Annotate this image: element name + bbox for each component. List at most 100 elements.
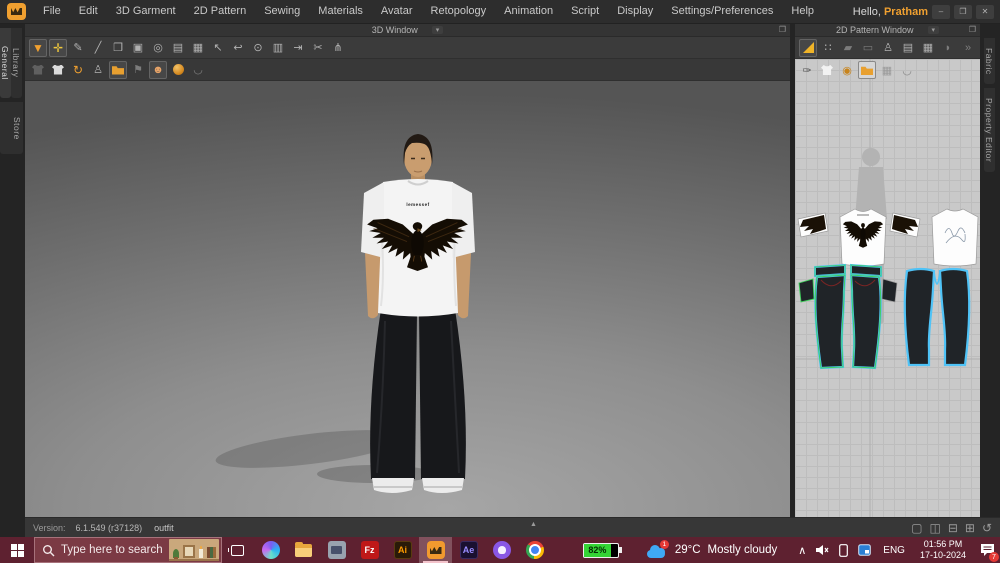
show-flag-icon[interactable]: ⚑ — [129, 61, 147, 79]
layout-single-icon[interactable]: ▢ — [911, 521, 922, 535]
menu-edit[interactable]: Edit — [70, 0, 107, 23]
close-button[interactable]: ✕ — [976, 5, 994, 19]
menu-materials[interactable]: Materials — [309, 0, 372, 23]
menu-sewing[interactable]: Sewing — [255, 0, 309, 23]
pattern-outline-icon[interactable]: ▭ — [859, 39, 877, 57]
awl-icon[interactable]: ✑ — [798, 61, 816, 79]
iron-press-icon[interactable]: ◗ — [939, 39, 957, 57]
fabric-library-icon[interactable] — [109, 61, 127, 79]
scissors-icon[interactable]: ✂ — [309, 39, 327, 57]
tape-measure-icon[interactable]: ◡ — [189, 61, 207, 79]
tab-property-editor[interactable]: Property Editor — [984, 88, 995, 172]
pattern-sleeve-right[interactable] — [890, 213, 920, 237]
viewport-3d[interactable]: lemessef — [25, 81, 790, 517]
panel-2d-popout-icon[interactable]: ❐ — [969, 25, 976, 34]
viewport-2d[interactable]: ✑ ◉ ▦ ◡ — [795, 59, 980, 517]
tray-chevron-icon[interactable]: ∧ — [798, 544, 806, 557]
notification-center-button[interactable]: 7 — [974, 537, 1000, 563]
transform-pattern-icon[interactable] — [799, 39, 817, 57]
panel-3d-dropdown[interactable]: ▾ — [432, 26, 444, 34]
show-garment-light-icon[interactable] — [49, 61, 67, 79]
restore-button[interactable]: ❐ — [954, 5, 972, 19]
show-texture-icon[interactable]: ◉ — [838, 61, 856, 79]
tack-icon[interactable]: ↖ — [209, 39, 227, 57]
flatten-icon[interactable]: ⇥ — [289, 39, 307, 57]
layout-reset-icon[interactable]: ↺ — [982, 521, 992, 535]
task-view-button[interactable] — [222, 537, 252, 563]
language-indicator[interactable]: ENG — [883, 545, 905, 556]
edit-pattern-icon[interactable]: ∷ — [819, 39, 837, 57]
pin-on-avatar-icon[interactable]: ♙ — [879, 39, 897, 57]
menu-file[interactable]: File — [34, 0, 70, 23]
menu-display[interactable]: Display — [608, 0, 662, 23]
simulate-icon[interactable]: ▼ — [29, 39, 47, 57]
pattern-shirt-back[interactable] — [932, 209, 978, 266]
show-ruler-icon[interactable]: ◡ — [898, 61, 916, 79]
volume-muted-icon[interactable] — [816, 544, 829, 556]
taskbar-app-clo3d-active[interactable] — [419, 537, 452, 563]
pattern-shirt-front[interactable] — [840, 209, 886, 266]
show-garment-dark-icon[interactable] — [29, 61, 47, 79]
avatar-3d[interactable] — [25, 81, 790, 517]
tab-library[interactable]: Library — [11, 28, 22, 98]
pattern-shape-icon[interactable]: ▰ — [839, 39, 857, 57]
menu-animation[interactable]: Animation — [495, 0, 562, 23]
pattern-pocket-left[interactable] — [799, 279, 814, 302]
pin-icon[interactable]: ⊙ — [249, 39, 267, 57]
walk-pose-icon[interactable]: ⋔ — [329, 39, 347, 57]
taskbar-clock[interactable]: 01:56 PM 17-10-2024 — [920, 539, 966, 561]
taskbar-app-copilot[interactable] — [254, 537, 287, 563]
pattern-pants-front[interactable] — [815, 265, 881, 368]
fold-arrangement-icon[interactable]: ↩ — [229, 39, 247, 57]
layout-four-pane-icon[interactable]: ⊞ — [965, 521, 975, 535]
menu-help[interactable]: Help — [782, 0, 823, 23]
menu-2d-pattern[interactable]: 2D Pattern — [185, 0, 256, 23]
pattern-pocket-right[interactable] — [882, 279, 897, 302]
show-grid-icon[interactable]: ▦ — [878, 61, 896, 79]
taskbar-search-input[interactable]: Type here to search — [34, 537, 222, 563]
battery-widget[interactable]: 82% — [583, 543, 619, 558]
sewing-line-icon[interactable]: ╱ — [89, 39, 107, 57]
taskbar-app-github[interactable] — [485, 537, 518, 563]
sewing-machine-2d-icon[interactable]: ▤ — [899, 39, 917, 57]
select-move-icon[interactable]: ✛ — [49, 39, 67, 57]
avatar-fit-icon[interactable]: ◎ — [149, 39, 167, 57]
menu-avatar[interactable]: Avatar — [372, 0, 422, 23]
avatar-skin-icon[interactable]: ☻ — [149, 61, 167, 79]
pattern-pants-back[interactable] — [905, 269, 969, 365]
app-logo-icon[interactable] — [7, 3, 26, 20]
quilt-grid-icon[interactable]: ▦ — [189, 39, 207, 57]
show-avatar-icon[interactable]: ♙ — [89, 61, 107, 79]
pen-3d-icon[interactable]: ✎ — [69, 39, 87, 57]
strap-icon[interactable]: ▥ — [269, 39, 287, 57]
panel-3d-popout-icon[interactable]: ❐ — [779, 25, 786, 34]
sync-colorway-icon[interactable]: ↻ — [69, 61, 87, 79]
show-sphere-icon[interactable] — [169, 61, 187, 79]
phone-link-icon[interactable] — [839, 544, 848, 557]
layout-mixed-pane-icon[interactable]: ⊟ — [948, 521, 958, 535]
display-tray-icon[interactable] — [858, 544, 871, 556]
pattern-sleeve-left[interactable] — [798, 213, 828, 237]
taskbar-app-chrome[interactable] — [518, 537, 551, 563]
menu-retopology[interactable]: Retopology — [422, 0, 496, 23]
taskbar-app-filezilla[interactable]: Fz — [353, 537, 386, 563]
taskbar-app-after-effects[interactable]: Ae — [452, 537, 485, 563]
menu-settings-preferences[interactable]: Settings/Preferences — [662, 0, 782, 23]
start-button[interactable] — [0, 537, 34, 563]
sewing-machine-icon[interactable]: ▤ — [169, 39, 187, 57]
show-pattern-icon[interactable] — [818, 61, 836, 79]
tab-fabric[interactable]: Fabric — [984, 38, 995, 84]
menu-script[interactable]: Script — [562, 0, 608, 23]
weather-widget[interactable]: 1 29°CMostly cloudy — [645, 543, 777, 558]
panel-2d-dropdown[interactable]: ▾ — [928, 26, 940, 34]
layout-two-pane-icon[interactable]: ◫ — [929, 521, 940, 535]
minimize-button[interactable]: – — [932, 5, 950, 19]
more-tools-icon[interactable]: » — [959, 39, 977, 57]
tab-general[interactable]: General — [0, 28, 11, 98]
taskbar-app-file-explorer[interactable] — [287, 537, 320, 563]
menu-3d-garment[interactable]: 3D Garment — [107, 0, 185, 23]
taskbar-app-system[interactable] — [320, 537, 353, 563]
garment-pair-icon[interactable]: ❒ — [109, 39, 127, 57]
seam-grid-icon[interactable]: ▦ — [919, 39, 937, 57]
taskbar-app-illustrator[interactable]: Ai — [386, 537, 419, 563]
